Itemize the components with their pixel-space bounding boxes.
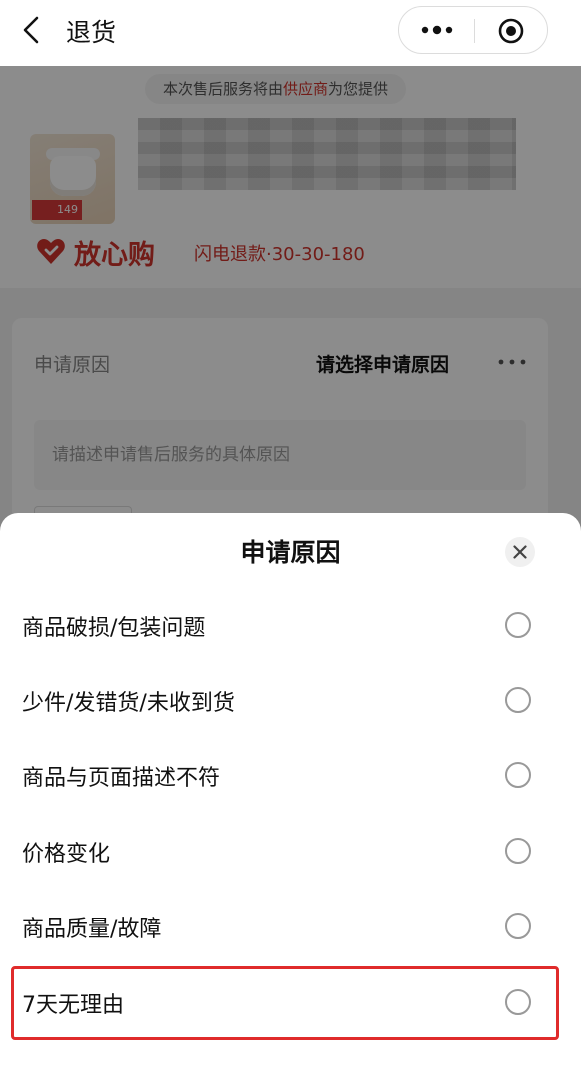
reason-option-label: 商品质量/故障 [22,917,162,942]
radio-button[interactable] [505,612,531,638]
top-nav-bar: 退货 [0,0,581,66]
reason-option[interactable]: 价格变化 [0,814,581,890]
sheet-title: 申请原因 [240,538,341,567]
reason-option-seven-day[interactable]: 7天无理由 [0,965,581,1041]
reason-option-label: 价格变化 [22,842,111,867]
reason-option[interactable]: 商品质量/故障 [0,889,581,965]
reason-option-label: 少件/发错货/未收到货 [22,691,235,716]
mini-program-capsule [398,6,548,54]
reason-option[interactable]: 少件/发错货/未收到货 [0,663,581,739]
reason-option[interactable]: 商品破损/包装问题 [0,588,581,664]
radio-button[interactable] [505,838,531,864]
more-dots-icon[interactable] [417,17,457,43]
reason-option[interactable]: 商品与页面描述不符 [0,738,581,814]
reason-option-label: 7天无理由 [22,993,124,1018]
reason-option-label: 商品破损/包装问题 [22,616,206,641]
back-arrow-icon[interactable] [18,15,48,45]
radio-button[interactable] [505,913,531,939]
page-title: 退货 [66,18,117,47]
close-icon[interactable] [505,537,535,567]
radio-button[interactable] [505,989,531,1015]
reason-bottom-sheet: 申请原因 商品破损/包装问题 少件/发错货/未收到货 商品与页面描述不符 价格变… [0,513,581,1080]
reason-option-label: 商品与页面描述不符 [22,766,221,791]
radio-button[interactable] [505,687,531,713]
capsule-divider [474,19,475,43]
radio-button[interactable] [505,762,531,788]
target-icon[interactable] [497,17,525,45]
